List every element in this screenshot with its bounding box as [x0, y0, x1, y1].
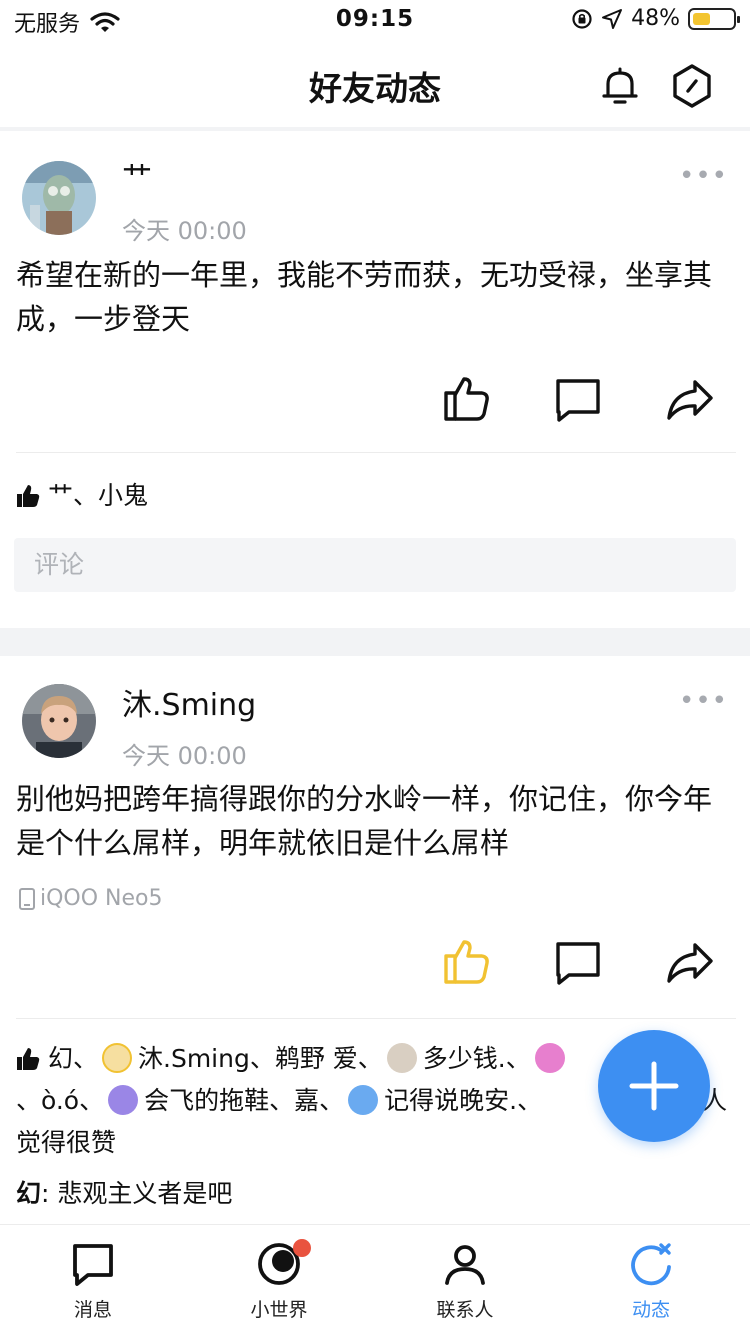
battery-icon	[688, 7, 740, 30]
avatar[interactable]	[22, 684, 96, 758]
post-time: 今天 00:00	[122, 217, 247, 245]
post-divider	[16, 1018, 736, 1019]
liker-name[interactable]: 记得说晚安.、	[384, 1086, 542, 1115]
post-author[interactable]: 艹	[122, 153, 152, 197]
like-icon-active[interactable]	[442, 936, 492, 986]
post-divider	[16, 452, 736, 453]
bell-icon[interactable]	[598, 64, 642, 108]
plus-icon	[629, 1061, 679, 1111]
liker-name[interactable]: 沐.Sming、鹈野 爱、	[138, 1044, 383, 1073]
liker-avatar	[108, 1085, 139, 1115]
post-author[interactable]: 沐.Sming	[122, 680, 256, 724]
notification-badge	[293, 1239, 311, 1257]
comment-icon[interactable]	[553, 938, 603, 988]
status-bar: 无服务 09:15 48%	[0, 0, 750, 42]
nav-header: 好友动态	[0, 42, 750, 128]
likes-row: 艹、小鬼	[16, 475, 740, 517]
post-content: 希望在新的一年里，我能不劳而获，无功受禄，坐享其成，一步登天	[16, 258, 713, 336]
tab-contacts[interactable]: 联系人	[405, 1239, 525, 1322]
post-card: 艹 今天 00:00 ••• 希望在新的一年里，我能不劳而获，无功受禄，坐享其成…	[0, 131, 750, 628]
like-small-icon	[17, 485, 40, 507]
phone-icon	[19, 887, 35, 910]
comment-user[interactable]: 幻	[16, 1179, 41, 1208]
battery-percent: 48%	[631, 6, 680, 31]
liker-avatar	[102, 1043, 133, 1073]
refresh-star-icon	[631, 1243, 671, 1286]
liker-avatar	[386, 1043, 417, 1073]
comment-row: 幻: 悲观主义者是吧	[16, 1174, 232, 1210]
add-post-button[interactable]	[598, 1030, 710, 1142]
comment-text: : 悲观主义者是吧	[41, 1179, 233, 1208]
more-options-icon[interactable]: •••	[679, 161, 728, 191]
like-small-icon	[17, 1048, 40, 1070]
settings-hex-icon[interactable]	[670, 62, 714, 110]
liker-avatar	[348, 1085, 379, 1115]
share-icon[interactable]	[665, 937, 715, 987]
more-options-icon[interactable]: •••	[679, 686, 728, 716]
tab-label: 小世界	[250, 1299, 308, 1321]
likes-text[interactable]: 艹、小鬼	[48, 481, 148, 510]
liker-name[interactable]: 多少钱.、	[423, 1044, 531, 1073]
tab-label: 动态	[631, 1299, 670, 1321]
post-content: 别他妈把跨年搞得跟你的分水岭一样，你记住，你今年是个什么屌样，明年就依旧是什么屌…	[16, 782, 713, 860]
tab-messages[interactable]: 消息	[33, 1239, 153, 1322]
liker-avatar	[534, 1043, 565, 1073]
message-icon	[73, 1244, 113, 1286]
comment-input[interactable]: 评论	[14, 538, 736, 592]
liker-name[interactable]: 、ò.ó、	[16, 1086, 104, 1115]
liker-name[interactable]: 幻、	[48, 1044, 98, 1073]
tab-label: 联系人	[436, 1299, 494, 1321]
tab-world[interactable]: 小世界	[219, 1239, 339, 1322]
device-label: iQOO Neo5	[18, 886, 163, 911]
likes-suffix: 觉得很赞	[16, 1128, 117, 1157]
comment-icon[interactable]	[553, 375, 603, 425]
section-gap	[0, 628, 750, 656]
location-icon	[602, 8, 623, 29]
tab-bar: 消息 小世界 联系人 动态	[0, 1224, 750, 1334]
share-icon[interactable]	[665, 374, 715, 424]
post-time: 今天 00:00	[122, 742, 247, 770]
device-name: iQOO Neo5	[40, 886, 163, 911]
status-right: 48%	[571, 6, 740, 31]
avatar[interactable]	[22, 161, 96, 235]
liker-name[interactable]: 会飞的拖鞋、嘉、	[144, 1086, 344, 1115]
tab-moments[interactable]: 动态	[591, 1239, 711, 1322]
person-icon	[445, 1245, 485, 1285]
tab-label: 消息	[73, 1299, 112, 1321]
like-icon[interactable]	[442, 373, 492, 423]
orientation-lock-icon	[572, 8, 592, 29]
